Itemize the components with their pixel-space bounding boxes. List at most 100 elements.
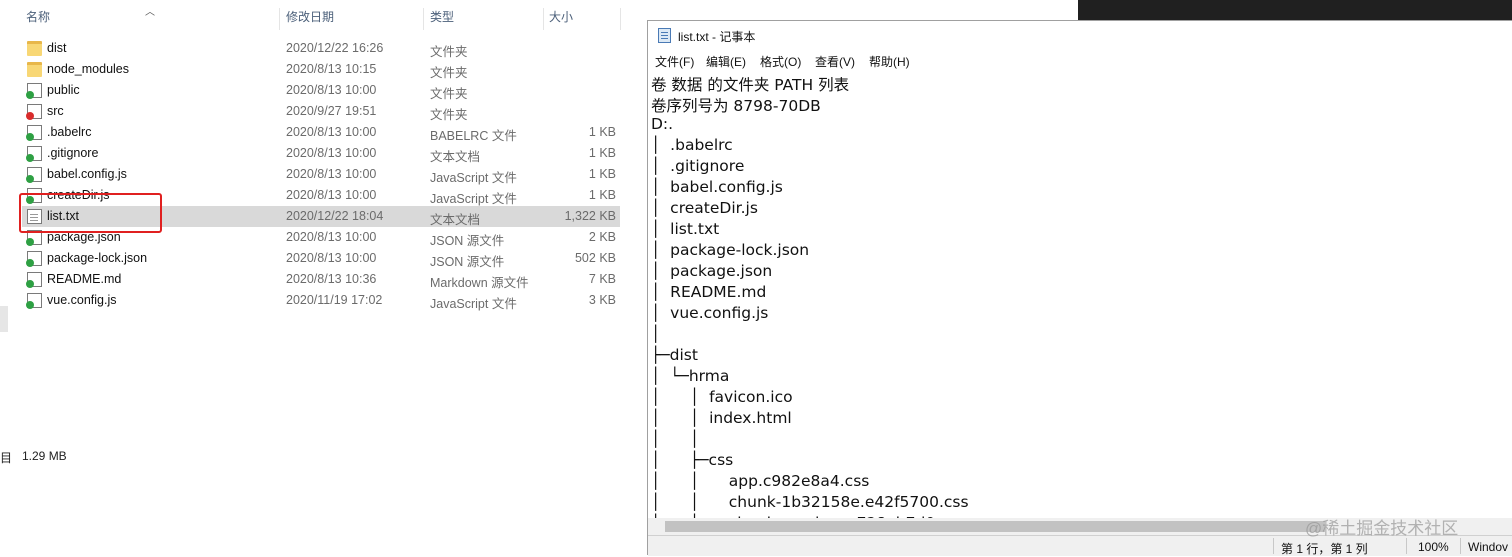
text-line: │ │ index.html	[651, 409, 792, 427]
file-type: 文本文档	[430, 213, 481, 227]
file-modified-date: 2020/8/13 10:00	[286, 83, 377, 97]
text-line: │ │ app.c982e8a4.css	[651, 472, 870, 490]
column-divider[interactable]	[279, 8, 280, 30]
scrollbar-thumb[interactable]	[665, 521, 1325, 532]
menu-view[interactable]: 查看(V)	[815, 53, 855, 70]
file-type: 文件夹	[430, 87, 468, 101]
column-divider[interactable]	[620, 8, 621, 30]
text-editor-area[interactable]: 卷 数据 的文件夹 PATH 列表 卷序列号为 8798-70DB D:. │ .ba…	[648, 71, 1512, 518]
column-label: 修改日期	[286, 10, 335, 24]
file-name: src	[47, 104, 64, 118]
status-divider	[1273, 538, 1274, 554]
file-row[interactable]: dist 2020/12/22 16:26 文件夹	[22, 38, 620, 59]
file-type: JSON 源文件	[430, 234, 505, 248]
file-size: 502 KB	[574, 251, 616, 265]
notepad-window: list.txt - 记事本 文件(F) 编辑(E) 格式(O) 查看(V) 帮…	[647, 20, 1512, 556]
status-divider	[1460, 538, 1461, 554]
column-header-type[interactable]: 类型	[430, 8, 454, 30]
cursor-position: 第 1 行，第 1 列	[1281, 542, 1368, 556]
file-type: BABELRC 文件	[430, 129, 517, 143]
file-name: babel.config.js	[47, 167, 127, 181]
column-divider[interactable]	[423, 8, 424, 30]
folder-icon	[27, 62, 42, 77]
file-synced-icon	[26, 251, 42, 267]
annotation-highlight-box	[19, 193, 162, 233]
sort-ascending-icon: ︿	[145, 7, 155, 18]
notepad-icon	[658, 28, 671, 43]
file-type: 文件夹	[430, 66, 468, 80]
navigation-scroll-strip[interactable]	[0, 0, 10, 467]
folder-synced-icon	[26, 83, 42, 99]
menu-edit[interactable]: 编辑(E)	[706, 53, 746, 70]
menu-help[interactable]: 帮助(H)	[869, 53, 910, 70]
file-type: JavaScript 文件	[430, 192, 517, 206]
text-line: │ └─hrma	[651, 367, 730, 385]
file-size: 3 KB	[588, 293, 616, 307]
item-count: 目	[0, 451, 13, 465]
text-line: D:.	[651, 115, 674, 133]
file-modified-date: 2020/12/22 18:04	[286, 209, 384, 223]
background-window-edge	[1078, 0, 1512, 22]
file-name: .babelrc	[47, 125, 92, 139]
file-row[interactable]: .babelrc 2020/8/13 10:00 BABELRC 文件 1 KB	[22, 122, 620, 143]
file-synced-icon	[26, 272, 42, 288]
file-size: 1 KB	[588, 146, 616, 160]
file-modified-date: 2020/8/13 10:15	[286, 62, 377, 76]
text-line: │ │	[651, 430, 700, 448]
file-name: vue.config.js	[47, 293, 117, 307]
text-line: │ list.txt	[651, 220, 720, 238]
file-size: 1,322 KB	[564, 209, 616, 223]
file-row[interactable]: .gitignore 2020/8/13 10:00 文本文档 1 KB	[22, 143, 620, 164]
file-name: README.md	[47, 272, 122, 286]
file-type: JavaScript 文件	[430, 171, 517, 185]
text-line: │ package-lock.json	[651, 241, 810, 259]
title-bar[interactable]: list.txt - 记事本	[648, 21, 1512, 48]
file-type: 文本文档	[430, 150, 481, 164]
file-type: 文件夹	[430, 108, 468, 122]
status-divider	[1406, 538, 1407, 554]
file-synced-icon	[26, 146, 42, 162]
column-label: 大小	[549, 10, 574, 24]
file-size: 1 KB	[588, 188, 616, 202]
file-row[interactable]: vue.config.js 2020/11/19 17:02 JavaScript …	[22, 290, 620, 311]
file-modified-date: 2020/8/13 10:36	[286, 272, 377, 286]
zoom-level: 100%	[1418, 540, 1449, 554]
file-modified-date: 2020/12/22 16:26	[286, 41, 384, 55]
scrollbar-thumb[interactable]	[0, 306, 8, 332]
file-row[interactable]: src 2020/9/27 19:51 文件夹	[22, 101, 620, 122]
menu-file[interactable]: 文件(F)	[655, 53, 694, 70]
file-row[interactable]: public 2020/8/13 10:00 文件夹	[22, 80, 620, 101]
file-synced-icon	[26, 125, 42, 141]
file-modified-date: 2020/8/13 10:00	[286, 188, 377, 202]
folder-icon	[27, 41, 42, 56]
file-modified-date: 2020/8/13 10:00	[286, 167, 377, 181]
file-row[interactable]: node_modules 2020/8/13 10:15 文件夹	[22, 59, 620, 80]
file-size: 1 KB	[588, 125, 616, 139]
file-size: 7 KB	[588, 272, 616, 286]
file-size: 2 KB	[588, 230, 616, 244]
file-row[interactable]: README.md 2020/8/13 10:36 Markdown 源文件 7 KB	[22, 269, 620, 290]
text-line: │	[651, 325, 661, 343]
column-header-size[interactable]: 大小	[549, 8, 573, 30]
text-line: │ │ chunk-1b32158e.e42f5700.css	[651, 493, 969, 511]
file-row[interactable]: package-lock.json 2020/8/13 10:00 JSON 源文件…	[22, 248, 620, 269]
file-name: dist	[47, 41, 67, 55]
file-type: JSON 源文件	[430, 255, 505, 269]
column-header-name[interactable]: 名称	[26, 8, 50, 30]
text-line: │ .babelrc	[651, 136, 733, 154]
text-line: │ .gitignore	[651, 157, 745, 175]
file-name: node_modules	[47, 62, 130, 76]
text-line: │ createDir.js	[651, 199, 758, 217]
column-header-modified[interactable]: 修改日期	[286, 8, 334, 30]
file-modified-date: 2020/9/27 19:51	[286, 104, 377, 118]
js-file-icon	[26, 167, 42, 183]
file-row[interactable]: babel.config.js 2020/8/13 10:00 JavaScript…	[22, 164, 620, 185]
column-divider[interactable]	[543, 8, 544, 30]
file-modified-date: 2020/8/13 10:00	[286, 251, 377, 265]
file-modified-date: 2020/8/13 10:00	[286, 230, 377, 244]
file-name: .gitignore	[47, 146, 99, 160]
file-modified-date: 2020/8/13 10:00	[286, 125, 377, 139]
menu-format[interactable]: 格式(O)	[760, 53, 801, 70]
watermark-text: @稀土掘金技术社区	[1305, 519, 1459, 538]
column-label: 类型	[430, 10, 455, 24]
